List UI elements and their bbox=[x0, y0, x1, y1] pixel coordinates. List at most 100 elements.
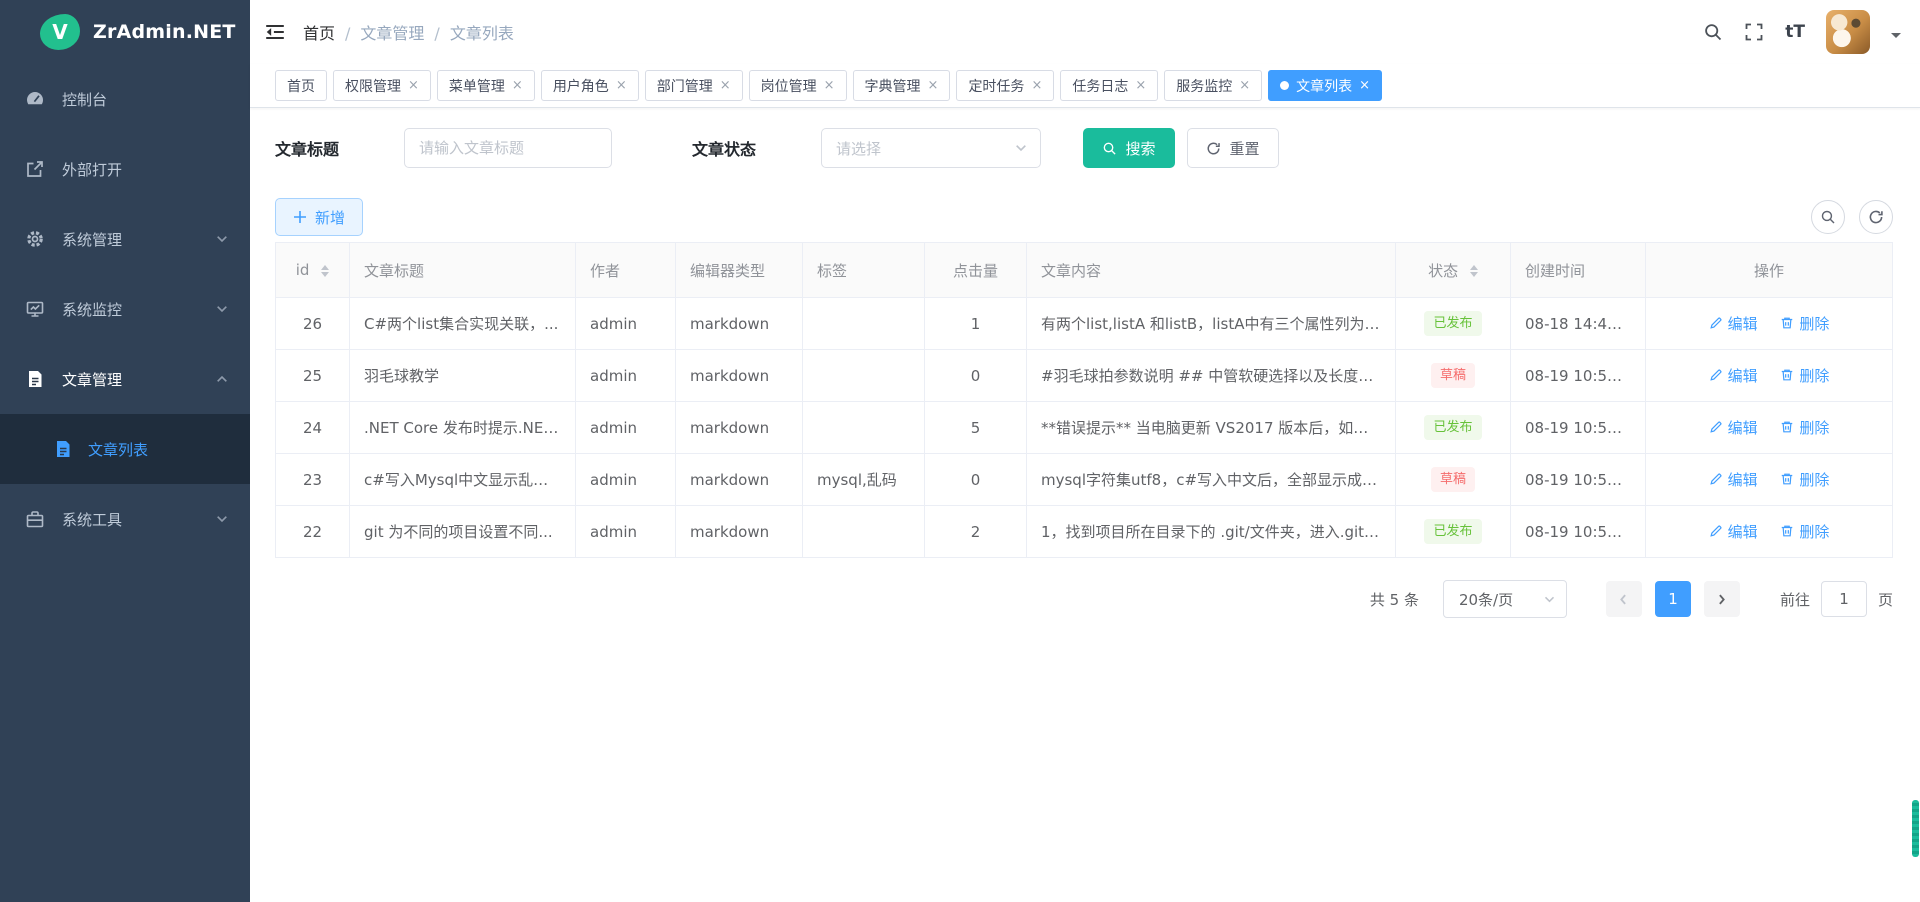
delete-button[interactable]: 删除 bbox=[1780, 469, 1829, 490]
cell-editor-type: markdown bbox=[676, 506, 803, 558]
chevron-down-icon bbox=[215, 232, 229, 246]
sidebar-item-system-tools[interactable]: 系统工具 bbox=[0, 484, 250, 554]
tab[interactable]: 定时任务 × bbox=[956, 70, 1054, 101]
filter-item-status: 文章状态 请选择 bbox=[692, 128, 1041, 168]
cell-title: git 为不同的项目设置不同... bbox=[350, 506, 576, 558]
edit-button[interactable]: 编辑 bbox=[1709, 365, 1758, 386]
cell-created: 08-19 10:51:22 bbox=[1511, 506, 1646, 558]
show-search-toggle-button[interactable] bbox=[1811, 200, 1845, 234]
tab-close-icon[interactable]: × bbox=[824, 79, 835, 92]
goto-page: 前往 页 bbox=[1780, 581, 1893, 617]
column-header-status[interactable]: 状态 bbox=[1396, 243, 1511, 298]
table-row: 26 C#两个list集合实现关联，... admin markdown 1 有… bbox=[276, 298, 1893, 350]
chevron-down-icon bbox=[215, 302, 229, 316]
sidebar-item-system-monitor[interactable]: 系统监控 bbox=[0, 274, 250, 344]
reset-button[interactable]: 重置 bbox=[1187, 128, 1279, 168]
tab-close-icon[interactable]: × bbox=[408, 79, 419, 92]
tab[interactable]: 服务监控 × bbox=[1164, 70, 1262, 101]
cell-hits: 0 bbox=[925, 454, 1027, 506]
goto-page-input[interactable] bbox=[1821, 581, 1867, 617]
edit-button[interactable]: 编辑 bbox=[1709, 521, 1758, 542]
chevron-down-icon bbox=[1543, 593, 1556, 606]
search-button[interactable]: 搜索 bbox=[1083, 128, 1175, 168]
vertical-scrollbar-thumb[interactable] bbox=[1912, 800, 1919, 857]
refresh-table-button[interactable] bbox=[1859, 200, 1893, 234]
delete-button[interactable]: 删除 bbox=[1780, 365, 1829, 386]
column-header-content: 文章内容 bbox=[1027, 243, 1396, 298]
dashboard-icon bbox=[25, 89, 45, 109]
search-icon[interactable] bbox=[1703, 22, 1723, 42]
tab-close-icon[interactable]: × bbox=[928, 79, 939, 92]
cell-created: 08-19 10:51:25 bbox=[1511, 454, 1646, 506]
tab[interactable]: 任务日志 × bbox=[1060, 70, 1158, 101]
cell-title: .NET Core 发布时提示.NET... bbox=[350, 402, 576, 454]
edit-button[interactable]: 编辑 bbox=[1709, 417, 1758, 438]
delete-button[interactable]: 删除 bbox=[1780, 521, 1829, 542]
page-number-button[interactable]: 1 bbox=[1655, 581, 1691, 617]
cell-tags bbox=[803, 298, 925, 350]
app-logo[interactable]: V ZrAdmin.NET bbox=[0, 0, 250, 64]
goto-unit-label: 页 bbox=[1878, 589, 1893, 610]
column-header-tags: 标签 bbox=[803, 243, 925, 298]
sort-icon[interactable] bbox=[1470, 265, 1478, 277]
edit-button[interactable]: 编辑 bbox=[1709, 313, 1758, 334]
sidebar-item-dashboard[interactable]: 控制台 bbox=[0, 64, 250, 134]
trash-icon bbox=[1780, 368, 1794, 382]
edit-button[interactable]: 编辑 bbox=[1709, 469, 1758, 490]
cell-id: 24 bbox=[276, 402, 350, 454]
tab-label: 部门管理 bbox=[657, 76, 713, 96]
sidebar-item-external-open[interactable]: 外部打开 bbox=[0, 134, 250, 204]
fullscreen-icon[interactable] bbox=[1744, 22, 1764, 42]
tab[interactable]: 字典管理 × bbox=[853, 70, 951, 101]
user-avatar[interactable] bbox=[1826, 10, 1870, 54]
articles-table: id 文章标题 作者 编辑器类型 标签 点击量 文章内容 状态 创 bbox=[275, 242, 1893, 558]
sidebar-item-article-list[interactable]: 文章列表 bbox=[0, 414, 250, 484]
previous-page-button[interactable] bbox=[1606, 581, 1642, 617]
sort-icon[interactable] bbox=[321, 265, 329, 277]
delete-button[interactable]: 删除 bbox=[1780, 313, 1829, 334]
tab-close-icon[interactable]: × bbox=[1031, 79, 1042, 92]
app-title: ZrAdmin.NET bbox=[93, 21, 236, 43]
tab-close-icon[interactable]: × bbox=[616, 79, 627, 92]
document-icon bbox=[25, 369, 45, 389]
tab[interactable]: 权限管理 × bbox=[333, 70, 431, 101]
cell-author: admin bbox=[576, 350, 676, 402]
sidebar-collapse-icon[interactable] bbox=[264, 21, 286, 43]
tab[interactable]: 首页 × bbox=[275, 70, 327, 101]
font-size-icon[interactable]: tT bbox=[1785, 24, 1805, 41]
tab[interactable]: 岗位管理 × bbox=[749, 70, 847, 101]
status-badge: 草稿 bbox=[1431, 363, 1475, 389]
add-button[interactable]: 新增 bbox=[275, 198, 363, 236]
tab[interactable]: 文章列表 × bbox=[1268, 70, 1382, 101]
tab-label: 菜单管理 bbox=[449, 76, 505, 96]
tab-close-icon[interactable]: × bbox=[1135, 79, 1146, 92]
tab[interactable]: 菜单管理 × bbox=[437, 70, 535, 101]
tab-close-icon[interactable]: × bbox=[720, 79, 731, 92]
tab-close-icon[interactable]: × bbox=[1239, 79, 1250, 92]
tab[interactable]: 用户角色 × bbox=[541, 70, 639, 101]
cell-actions: 编辑 删除 bbox=[1646, 350, 1893, 402]
breadcrumb-item[interactable]: 文章管理 bbox=[335, 20, 424, 44]
cell-title: C#两个list集合实现关联，... bbox=[350, 298, 576, 350]
chevron-up-icon bbox=[215, 372, 229, 386]
chevron-down-icon bbox=[215, 512, 229, 526]
column-header-id[interactable]: id bbox=[276, 243, 350, 298]
caret-down-icon[interactable] bbox=[1891, 33, 1901, 43]
next-page-button[interactable] bbox=[1704, 581, 1740, 617]
tab-label: 用户角色 bbox=[553, 76, 609, 96]
sidebar-item-article-management[interactable]: 文章管理 bbox=[0, 344, 250, 414]
document-icon bbox=[53, 439, 73, 459]
tab-close-icon[interactable]: × bbox=[1359, 79, 1370, 92]
tab-close-icon[interactable]: × bbox=[512, 79, 523, 92]
article-status-select[interactable]: 请选择 bbox=[821, 128, 1041, 168]
main-area: 首页 文章管理 文章列表 tT 首页 × bbox=[250, 0, 1920, 902]
delete-button[interactable]: 删除 bbox=[1780, 417, 1829, 438]
status-badge: 已发布 bbox=[1424, 519, 1481, 545]
cell-content: 有两个list,listA 和listB，listA中有三个属性列为St... bbox=[1027, 298, 1396, 350]
sidebar-item-system-management[interactable]: 系统管理 bbox=[0, 204, 250, 274]
cell-content: #羽毛球拍参数说明 ## 中管软硬选择以及长度介... bbox=[1027, 350, 1396, 402]
page-size-select[interactable]: 20条/页 bbox=[1443, 580, 1567, 618]
article-title-input[interactable] bbox=[404, 128, 612, 168]
breadcrumb-item-home[interactable]: 首页 bbox=[303, 20, 335, 44]
tab[interactable]: 部门管理 × bbox=[645, 70, 743, 101]
